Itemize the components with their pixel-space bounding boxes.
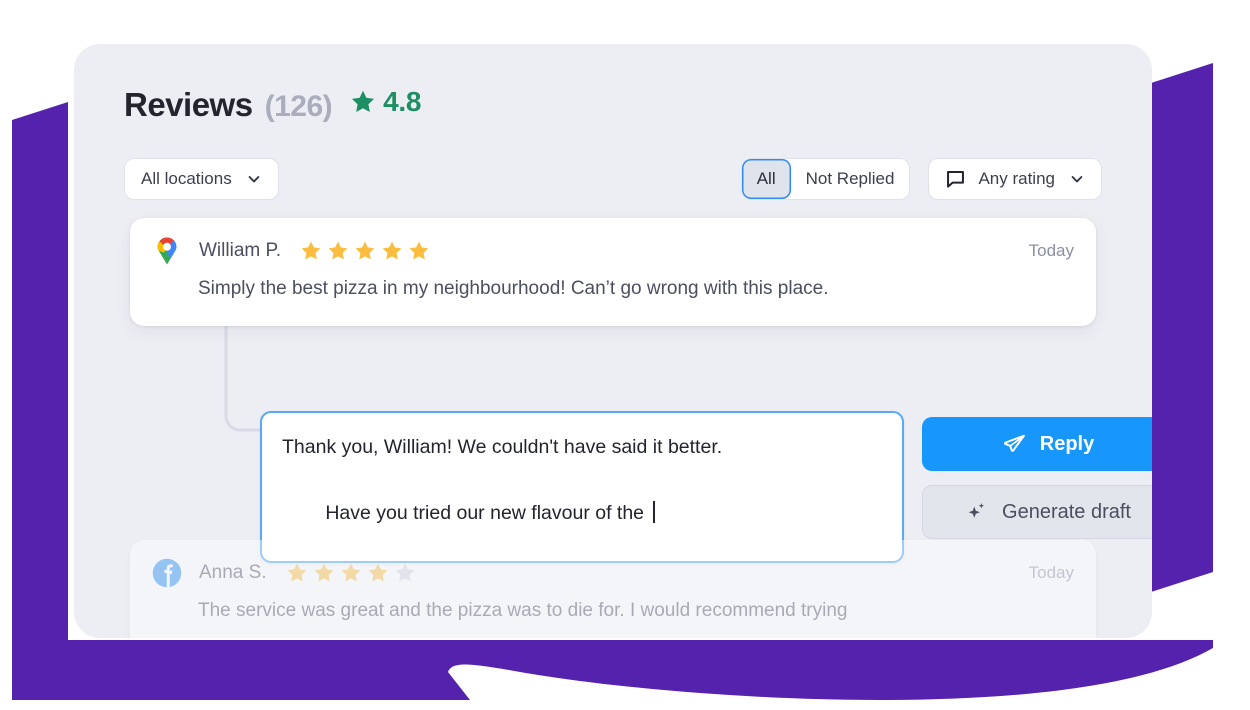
rating-filter-dropdown[interactable]: Any rating <box>928 158 1102 200</box>
review-star-rating <box>286 562 416 584</box>
review-timestamp: Today <box>1028 563 1074 582</box>
star-icon <box>287 563 306 582</box>
google-maps-pin-icon <box>157 237 177 265</box>
review-card[interactable]: William P. Today Simply the best pizza i… <box>130 218 1096 326</box>
review-count: (126) <box>264 90 333 123</box>
flag-icon <box>947 170 965 188</box>
reply-status-segmented-control: All Not Replied <box>740 158 911 200</box>
star-icon <box>382 241 402 260</box>
star-icon <box>341 563 360 582</box>
page-title: Reviews (126) 4.8 <box>124 86 421 124</box>
panel-title: Reviews <box>124 86 253 123</box>
segment-all[interactable]: All <box>741 159 791 199</box>
star-icon <box>368 563 387 582</box>
review-card[interactable]: Anna S. Today The service was great and … <box>130 540 1096 638</box>
facebook-icon <box>152 558 182 588</box>
filter-right-group: All Not Replied Any rating <box>740 158 1102 200</box>
review-text: The service was great and the pizza was … <box>198 600 848 621</box>
composer-line-2: Have you tried our new flavour of the <box>325 502 650 524</box>
purple-shape-right-lower <box>1151 405 1213 466</box>
review-star-rating <box>300 240 430 262</box>
composer-line-1: Thank you, William! We couldn't have sai… <box>282 436 723 458</box>
send-icon <box>1003 434 1025 452</box>
chevron-down-icon <box>248 176 260 183</box>
star-icon <box>352 90 375 112</box>
rating-value: 4.8 <box>383 86 422 117</box>
rating-filter-label: Any rating <box>978 169 1055 188</box>
review-timestamp: Today <box>1028 241 1074 260</box>
reviews-panel: Reviews (126) 4.8 All locations All Not … <box>74 44 1152 638</box>
chevron-down-icon <box>1071 176 1083 183</box>
purple-band-bottom <box>12 640 1213 700</box>
sparkle-icon <box>968 503 985 518</box>
generate-draft-button[interactable]: Generate draft <box>922 485 1152 539</box>
text-caret <box>653 501 656 523</box>
purple-shape-right-upper <box>1151 63 1213 592</box>
review-header: William P. Today <box>152 236 1074 266</box>
reviewer-name: William P. <box>199 240 281 261</box>
location-filter-dropdown[interactable]: All locations <box>124 158 279 200</box>
review-text: Simply the best pizza in my neighbourhoo… <box>198 278 829 299</box>
star-icon <box>409 241 429 260</box>
generate-draft-label: Generate draft <box>1002 500 1131 523</box>
filter-bar: All locations All Not Replied Any rating <box>124 158 1102 200</box>
review-header: Anna S. Today <box>152 558 1074 588</box>
location-filter-label: All locations <box>141 169 232 188</box>
reply-button[interactable]: Reply <box>922 417 1152 471</box>
reviewer-name: Anna S. <box>199 562 267 583</box>
average-rating: 4.8 <box>350 86 421 118</box>
star-icon <box>355 241 375 260</box>
reply-button-label: Reply <box>1039 432 1095 455</box>
star-icon <box>301 241 321 260</box>
star-icon <box>314 563 333 582</box>
star-icon-empty <box>395 563 414 582</box>
star-icon <box>328 241 348 260</box>
segment-not-replied[interactable]: Not Replied <box>791 159 910 199</box>
purple-shape-left <box>12 102 68 642</box>
screenshot-root: Reviews (126) 4.8 All locations All Not … <box>0 0 1250 710</box>
